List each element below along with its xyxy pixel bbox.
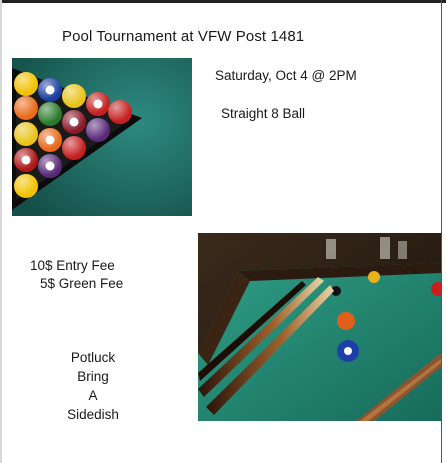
potluck-line-3: A (88, 388, 98, 403)
racked-balls-photo (12, 58, 192, 216)
top-border (0, 0, 446, 3)
left-border (0, 0, 2, 463)
pool-table-cues-photo (198, 233, 441, 421)
game-type: Straight 8 Ball (221, 106, 306, 121)
right-border (441, 0, 442, 463)
potluck-line-4: Sidedish (67, 407, 119, 422)
entry-fee: 10$ Entry Fee (30, 258, 115, 273)
green-fee: 5$ Green Fee (40, 276, 124, 291)
potluck-line-1: Potluck (70, 350, 116, 365)
flyer-title: Pool Tournament at VFW Post 1481 (62, 28, 305, 45)
event-date: Saturday, Oct 4 @ 2PM (215, 68, 357, 83)
potluck-note: Potluck Bring A Sidedish (48, 348, 138, 424)
potluck-line-2: Bring (77, 369, 109, 384)
